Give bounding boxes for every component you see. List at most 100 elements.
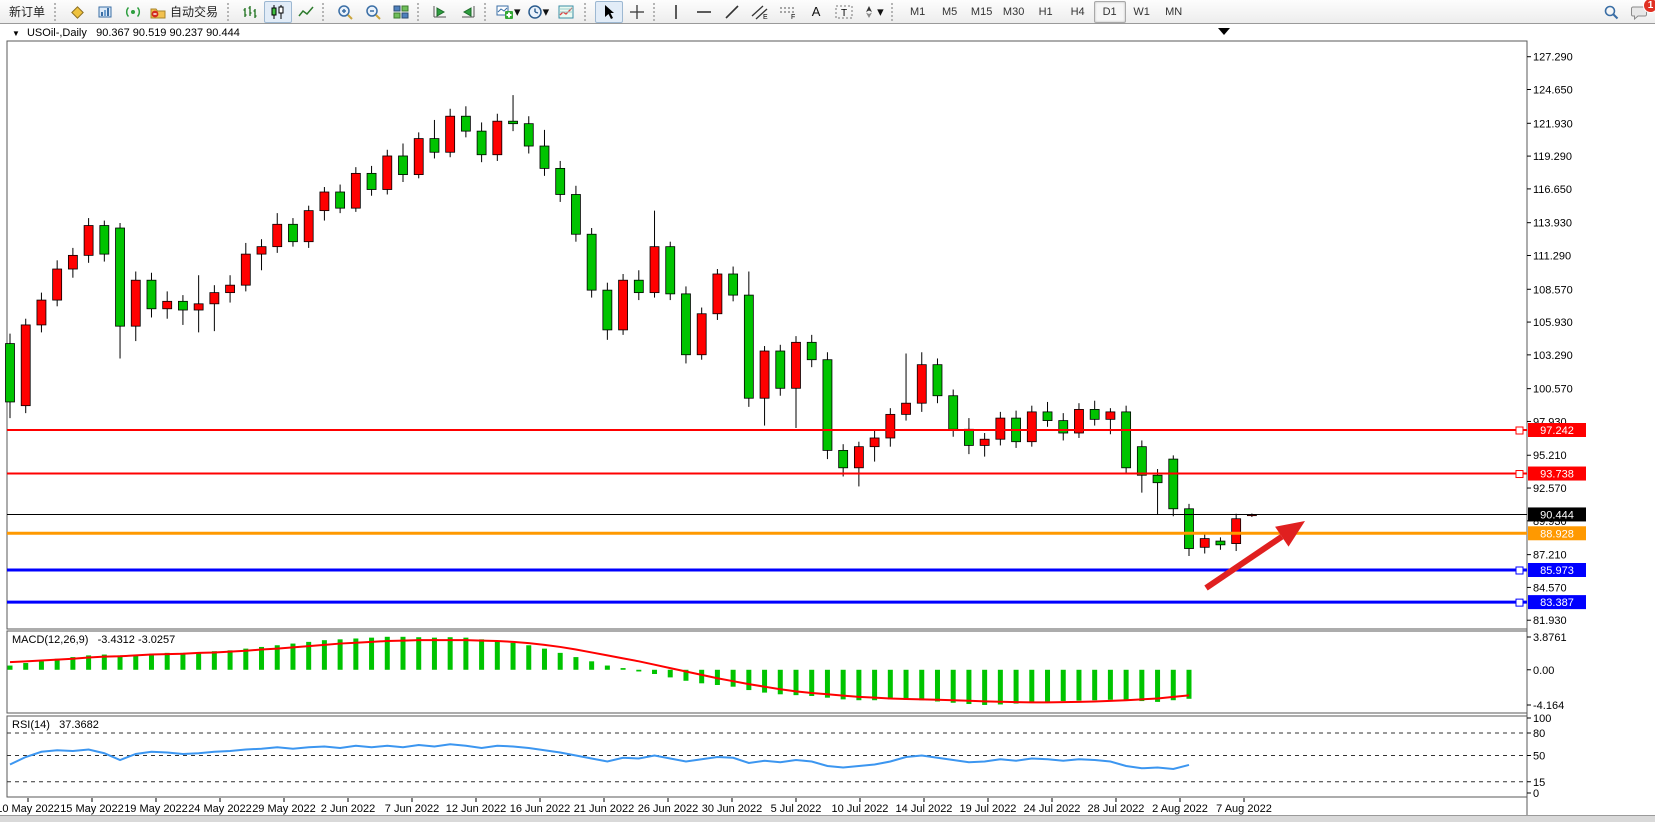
trendline-tool-button[interactable] (718, 1, 746, 23)
chart-window[interactable]: 127.290 124.650 121.930 119.290 116.650 113.9… (0, 0, 1655, 821)
macd-values: -3.4312 -3.0257 (97, 634, 176, 646)
symbols-button[interactable] (63, 1, 91, 23)
horizontal-line-tool-button[interactable] (690, 1, 718, 23)
macd-histogram-bar (730, 669, 736, 687)
candlestick-chart-button[interactable] (264, 0, 293, 23)
macd-histogram-bar (463, 637, 469, 670)
candle-body (602, 289, 613, 331)
periods-button[interactable]: ▾ (524, 1, 553, 23)
macd-histogram-bar (1076, 669, 1082, 701)
dropdown-arrow-icon: ▾ (877, 4, 884, 19)
macd-histogram-bar (699, 669, 705, 684)
search-button[interactable] (1597, 1, 1625, 23)
candle-body (1199, 538, 1210, 548)
rsi-tick-label: 15 (1533, 777, 1545, 789)
axis-price-badge: 90.444 (1528, 507, 1586, 522)
channel-tool-button[interactable]: E (746, 1, 774, 23)
notifications-button[interactable]: 1 (1625, 0, 1655, 23)
vertical-line-tool-button[interactable] (662, 1, 690, 23)
tile-windows-button[interactable] (387, 1, 415, 23)
rsi-tick-label: 50 (1533, 751, 1545, 763)
candle-body (728, 273, 739, 296)
fibonacci-icon: F (779, 4, 797, 20)
candle-body (665, 246, 676, 295)
chart-properties-button[interactable] (552, 1, 580, 23)
price-tick-label: 127.290 (1533, 52, 1573, 64)
crosshair-tool-button[interactable] (623, 1, 651, 23)
macd-histogram-bar (887, 669, 893, 700)
candle-body (162, 300, 173, 310)
text-tool-button[interactable]: A (802, 1, 830, 23)
hline-anchor-marker[interactable] (1515, 426, 1524, 435)
new-chart-button[interactable]: ▾ (493, 1, 524, 23)
candle-body (492, 120, 503, 156)
date-label: 14 Jul 2022 (896, 803, 953, 815)
zoom-out-button[interactable] (359, 1, 387, 23)
timeframe-button-d1[interactable]: D1 (1093, 0, 1126, 23)
candle-body (1168, 458, 1179, 510)
chart-dropdown-caret-icon[interactable]: ▼ (12, 29, 20, 38)
cursor-tool-button[interactable] (595, 0, 624, 23)
zoom-in-button[interactable] (331, 1, 359, 23)
candle-body (743, 294, 754, 399)
candle-body (853, 446, 864, 469)
macd-histogram-bar (479, 639, 485, 670)
date-label: 7 Aug 2022 (1216, 803, 1272, 815)
arrows-tool-button[interactable]: ▾ (858, 1, 887, 23)
bar-chart-icon (242, 4, 258, 20)
autotrade-button[interactable]: 自动交易 (147, 1, 225, 23)
macd-histogram-bar (117, 655, 123, 670)
new-order-button[interactable]: 新订单 (2, 1, 52, 23)
bar-chart-button[interactable] (236, 1, 264, 23)
timeframe-button-w1[interactable]: W1 (1126, 1, 1158, 23)
crosshair-icon (629, 4, 645, 20)
date-label: 19 Jul 2022 (960, 803, 1017, 815)
date-label: 16 Jun 2022 (510, 803, 571, 815)
axis-price-badge: 93.738 (1528, 466, 1586, 481)
market-watch-button[interactable] (91, 1, 119, 23)
candle-body (272, 223, 283, 248)
chart-shift-icon (460, 4, 476, 20)
equidistant-channel-icon: E (751, 4, 769, 20)
macd-histogram-bar (1060, 669, 1066, 702)
timeframe-button-m15[interactable]: M15 (966, 1, 998, 23)
chart-shift-button[interactable] (454, 1, 482, 23)
macd-histogram-bar (1029, 669, 1035, 703)
signals-button[interactable] (119, 1, 147, 23)
candle-body (885, 413, 896, 439)
fibonacci-tool-button[interactable]: F (774, 1, 802, 23)
timeframe-button-m1[interactable]: M1 (902, 1, 934, 23)
macd-histogram-bar (950, 669, 956, 703)
date-label: 10 Jul 2022 (832, 803, 889, 815)
rsi-value: 37.3682 (59, 719, 99, 731)
timeframe-button-h1[interactable]: H1 (1030, 1, 1062, 23)
macd-histogram-bar (148, 653, 154, 670)
candle-body (618, 279, 628, 331)
horizontal-line-icon (696, 7, 712, 17)
timeframe-button-h4[interactable]: H4 (1062, 1, 1094, 23)
candle-body (146, 279, 157, 310)
macd-histogram-bar (494, 641, 500, 670)
hline-anchor-marker[interactable] (1515, 598, 1524, 607)
candle-body (696, 313, 707, 356)
timeframe-button-m30[interactable]: M30 (998, 1, 1030, 23)
timeframe-button-m5[interactable]: M5 (934, 1, 966, 23)
auto-scroll-button[interactable] (426, 1, 454, 23)
macd-histogram-bar (211, 651, 217, 670)
macd-histogram-bar (180, 652, 186, 670)
candle-body (1231, 518, 1242, 544)
date-label: 21 Jun 2022 (574, 803, 635, 815)
candle-body (838, 449, 849, 469)
candle-body (52, 268, 63, 301)
gold-tag-icon (69, 4, 85, 20)
hline-anchor-marker[interactable] (1515, 470, 1524, 479)
timeframe-button-mn[interactable]: MN (1158, 1, 1190, 23)
axis-price-badge: 83.387 (1528, 595, 1586, 610)
clock-icon (527, 4, 543, 20)
price-tick-label: 81.930 (1533, 615, 1567, 627)
text-label-tool-button[interactable]: T (830, 1, 858, 23)
macd-histogram-bar (38, 661, 44, 670)
macd-histogram-bar (510, 642, 516, 670)
hline-anchor-marker[interactable] (1515, 566, 1524, 575)
line-chart-button[interactable] (292, 1, 320, 23)
